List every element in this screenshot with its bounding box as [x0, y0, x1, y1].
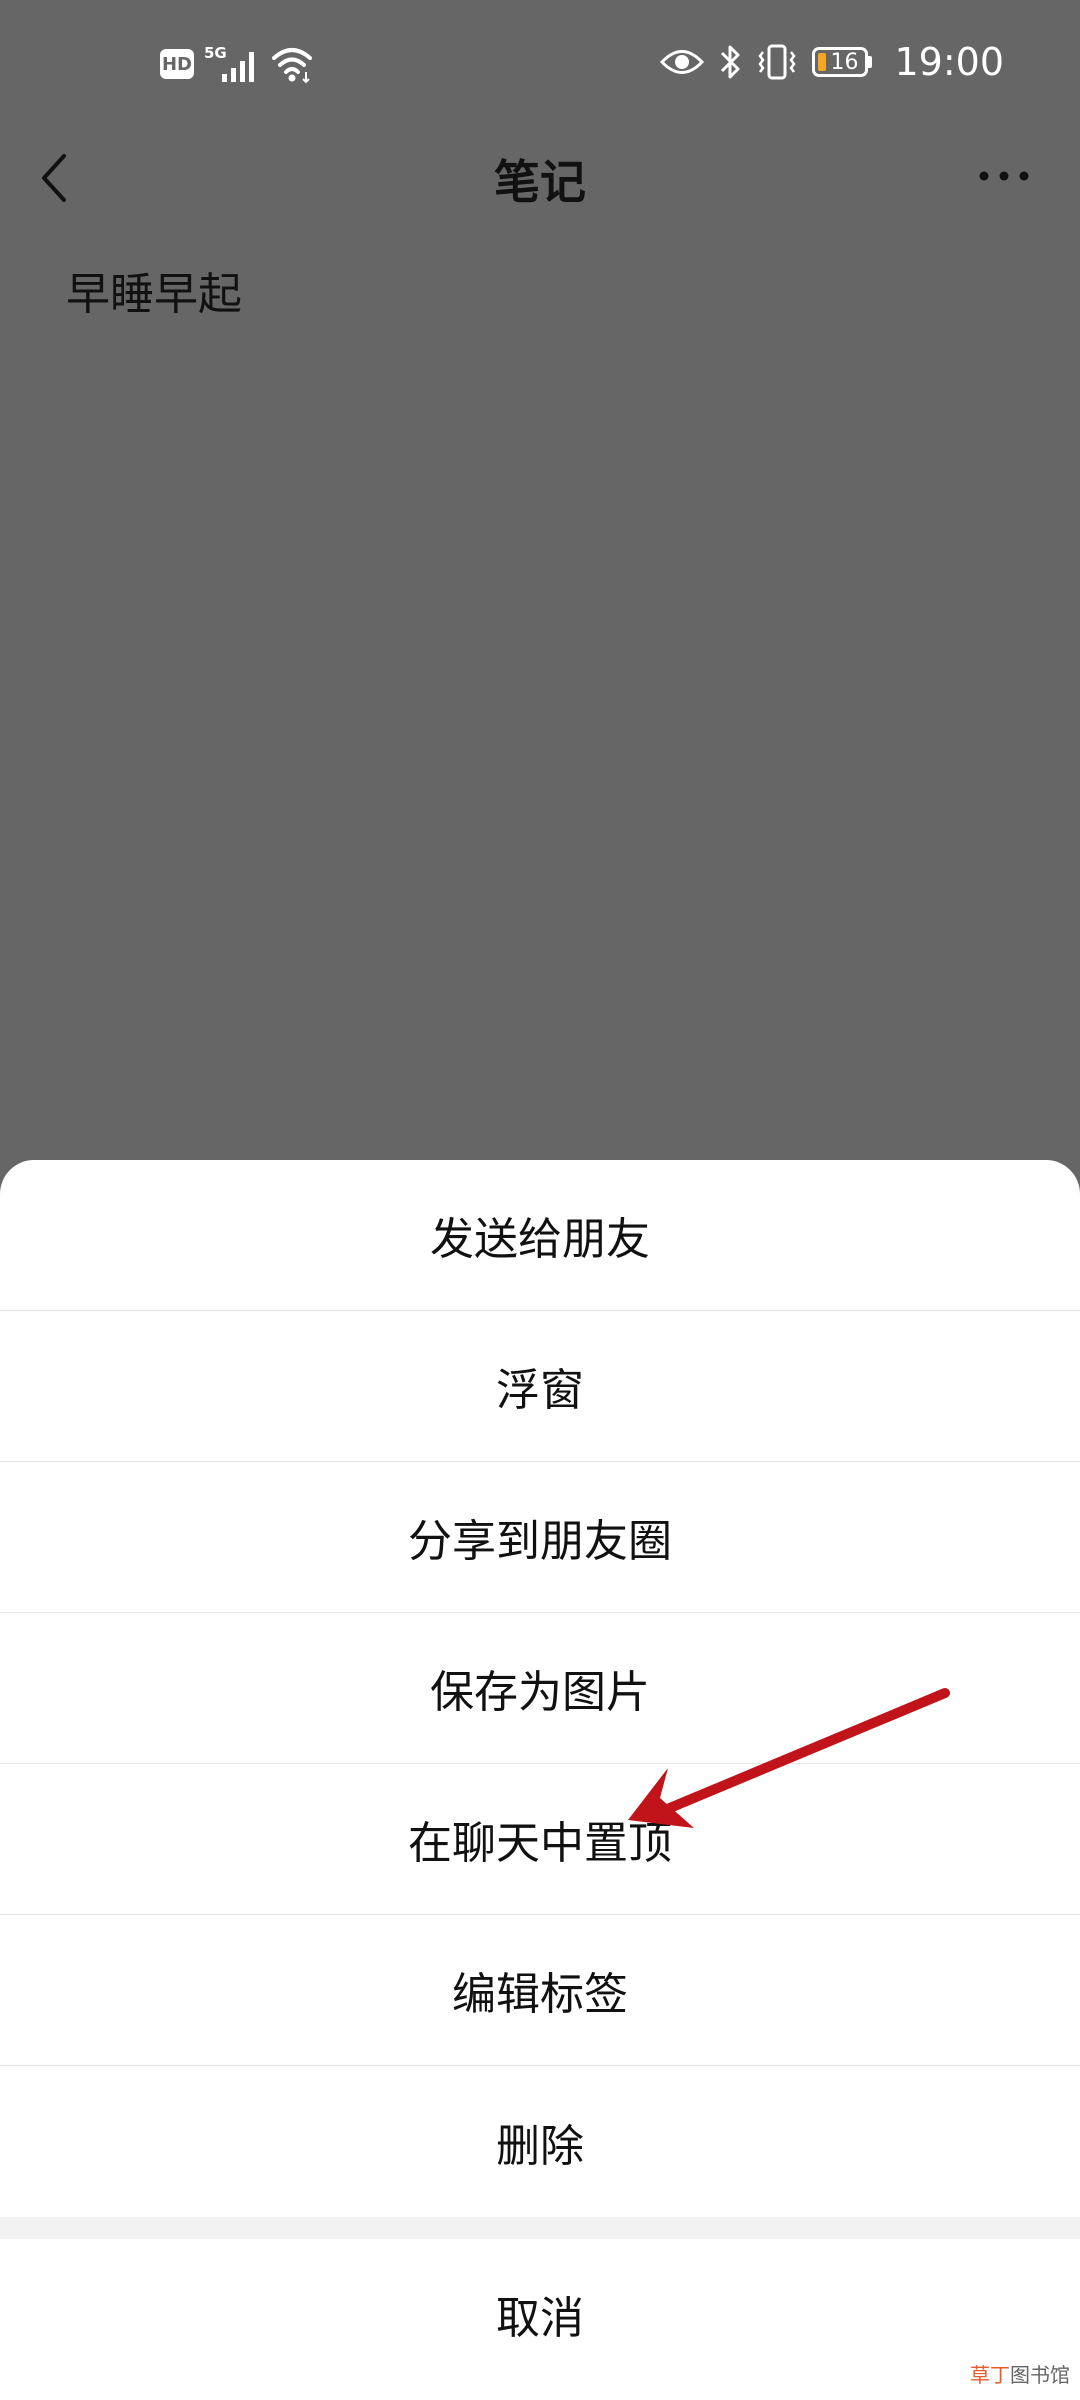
save-as-image-button[interactable]: 保存为图片 — [0, 1613, 1080, 1764]
watermark: 草丁图书馆 — [970, 2359, 1070, 2388]
floating-window-button[interactable]: 浮窗 — [0, 1311, 1080, 1462]
send-to-friend-button[interactable]: 发送给朋友 — [0, 1160, 1080, 1311]
watermark-accent: 草丁 — [970, 2363, 1010, 2387]
status-right-icons: 16 19:00 — [660, 40, 1004, 84]
status-bar: HD 5G 16 19:00 — [0, 0, 1080, 140]
battery-fill — [818, 53, 827, 71]
page-title: 笔记 — [494, 155, 586, 209]
nav-bar: 笔记 — [0, 140, 1080, 215]
cancel-button[interactable]: 取消 — [0, 2239, 1080, 2389]
network-label: 5G — [204, 44, 227, 62]
battery-level: 16 — [830, 49, 859, 75]
delete-button[interactable]: 删除 — [0, 2066, 1080, 2217]
status-left-icons: HD 5G — [160, 44, 314, 84]
note-content: 早睡早起 — [66, 269, 242, 320]
more-horizontal-icon[interactable] — [976, 166, 1032, 186]
hd-icon: HD — [160, 49, 194, 79]
share-to-moments-button[interactable]: 分享到朋友圈 — [0, 1462, 1080, 1613]
action-sheet: 发送给朋友 浮窗 分享到朋友圈 保存为图片 在聊天中置顶 编辑标签 删除 取消 — [0, 1160, 1080, 2400]
status-time: 19:00 — [894, 40, 1004, 84]
edit-tags-button[interactable]: 编辑标签 — [0, 1915, 1080, 2066]
eye-comfort-icon — [660, 50, 705, 74]
vibrate-icon — [758, 44, 797, 80]
wifi-icon — [272, 48, 312, 84]
battery-icon: 16 — [812, 47, 873, 77]
bluetooth-icon — [721, 45, 740, 79]
watermark-rest: 图书馆 — [1010, 2363, 1070, 2387]
pin-in-chat-button[interactable]: 在聊天中置顶 — [0, 1764, 1080, 1915]
signal-5g-icon: 5G — [204, 44, 254, 82]
sheet-divider — [0, 2217, 1080, 2239]
